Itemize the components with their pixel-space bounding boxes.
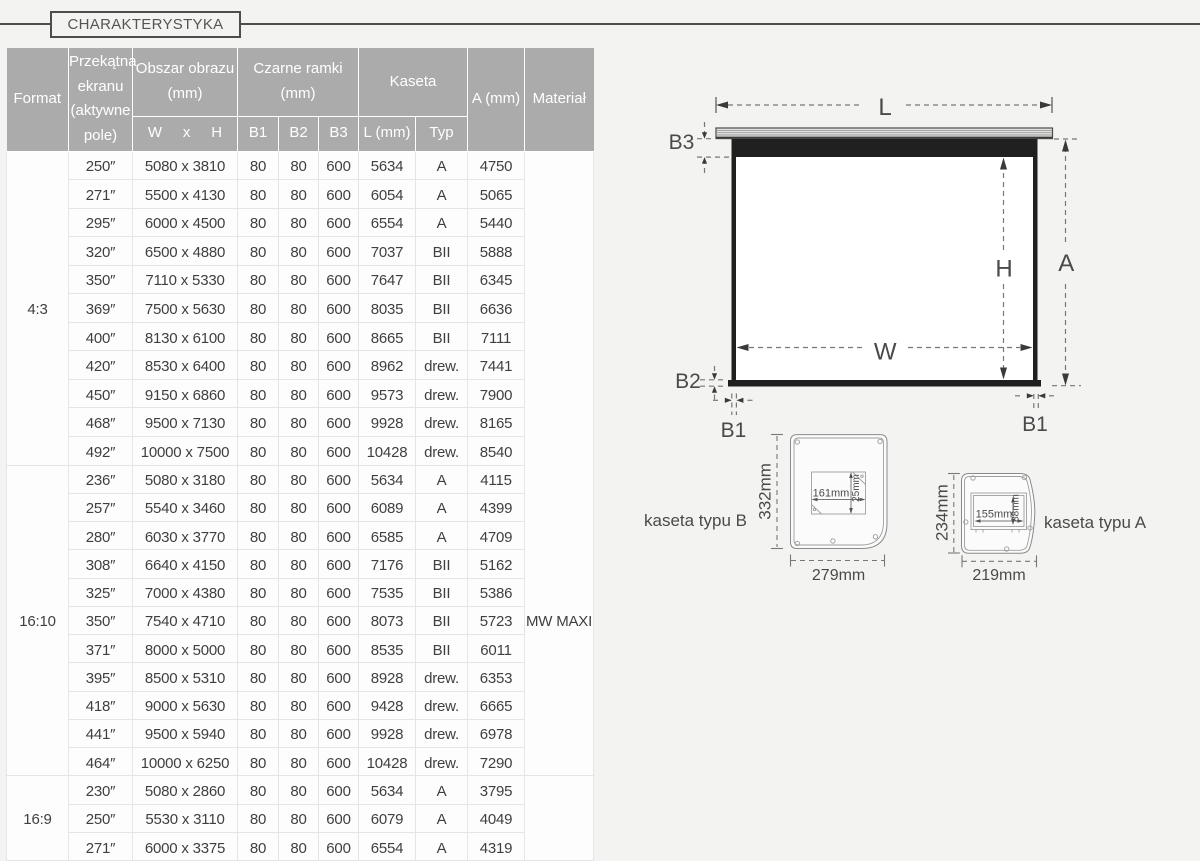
- svg-text:25mm: 25mm: [851, 474, 862, 502]
- svg-text:B2: B2: [675, 370, 701, 393]
- svg-text:219mm: 219mm: [972, 567, 1025, 584]
- svg-text:88mm: 88mm: [1011, 494, 1022, 522]
- svg-text:279mm: 279mm: [812, 567, 865, 584]
- svg-text:B1: B1: [1022, 413, 1048, 436]
- svg-text:kaseta typu A: kaseta typu A: [1044, 513, 1147, 532]
- svg-text:kaseta typu B: kaseta typu B: [644, 511, 747, 530]
- svg-text:W: W: [874, 339, 897, 366]
- svg-text:H: H: [995, 256, 1012, 283]
- svg-text:L: L: [878, 94, 891, 121]
- svg-text:B3: B3: [669, 131, 695, 154]
- svg-text:B1: B1: [721, 419, 747, 442]
- svg-text:A: A: [1058, 250, 1074, 277]
- svg-text:155mm: 155mm: [976, 509, 1013, 521]
- svg-text:161mm: 161mm: [813, 488, 850, 500]
- svg-text:332mm: 332mm: [756, 463, 775, 520]
- svg-text:234mm: 234mm: [932, 484, 951, 541]
